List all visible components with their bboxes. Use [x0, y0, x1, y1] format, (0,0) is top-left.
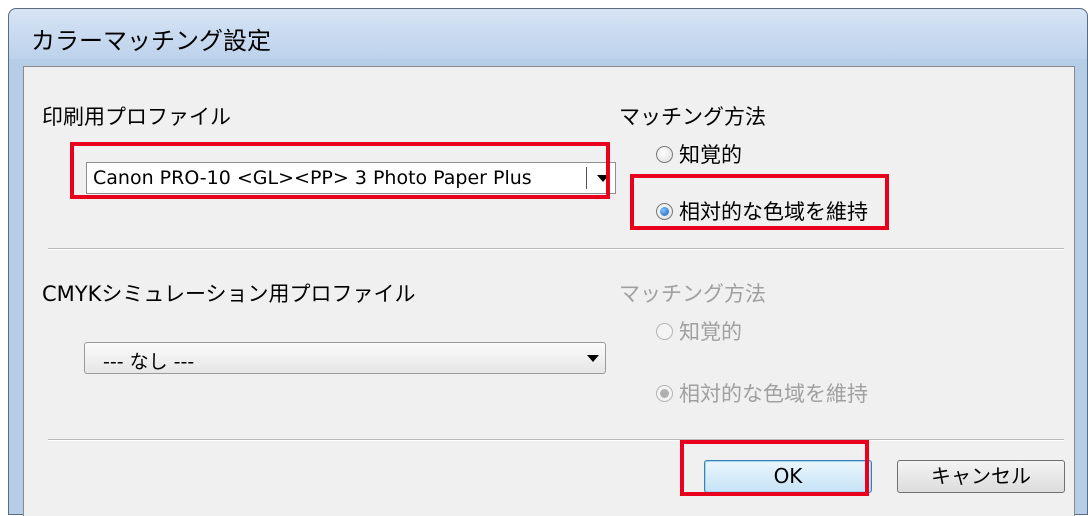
cmyk-profile-value: --- なし ---: [103, 351, 195, 373]
dialog-body: 印刷用プロファイル Canon PRO-10 <GL><PP> 3 Photo …: [23, 66, 1075, 516]
dialog-title: カラーマッチング設定: [31, 27, 271, 55]
chevron-down-icon[interactable]: [597, 175, 609, 182]
matching-method-label: マッチング方法: [619, 105, 766, 129]
chevron-down-icon[interactable]: [587, 355, 599, 362]
print-profile-value: Canon PRO-10 <GL><PP> 3 Photo Paper Plus: [93, 167, 532, 189]
color-matching-dialog: カラーマッチング設定 印刷用プロファイル Canon PRO-10 <GL><P…: [8, 8, 1088, 516]
radio-perceptual[interactable]: [656, 146, 673, 163]
cmyk-radio-perceptual-label: 知覚的: [679, 320, 742, 344]
print-profile-dropdown[interactable]: Canon PRO-10 <GL><PP> 3 Photo Paper Plus: [86, 162, 616, 194]
cmyk-profile-label: CMYKシミュレーション用プロファイル: [42, 282, 416, 306]
cancel-button[interactable]: キャンセル: [897, 460, 1065, 493]
cmyk-matching-method-label: マッチング方法: [619, 282, 766, 306]
radio-relative-colorimetric-label[interactable]: 相対的な色域を維持: [679, 196, 868, 226]
radio-perceptual-label[interactable]: 知覚的: [679, 139, 742, 169]
cmyk-profile-dropdown[interactable]: --- なし ---: [84, 342, 606, 374]
cmyk-radio-perceptual: [656, 323, 673, 340]
ok-button[interactable]: OK: [704, 460, 872, 493]
print-profile-label: 印刷用プロファイル: [42, 105, 231, 129]
cmyk-radio-relative-colorimetric: [656, 385, 673, 402]
radio-relative-colorimetric[interactable]: [656, 203, 673, 220]
section-divider: [48, 248, 1064, 250]
button-area-divider: [48, 439, 1064, 441]
dropdown-divider: [586, 167, 587, 189]
cmyk-radio-relative-colorimetric-label: 相対的な色域を維持: [679, 382, 868, 406]
title-bar[interactable]: カラーマッチング設定: [9, 9, 1087, 59]
